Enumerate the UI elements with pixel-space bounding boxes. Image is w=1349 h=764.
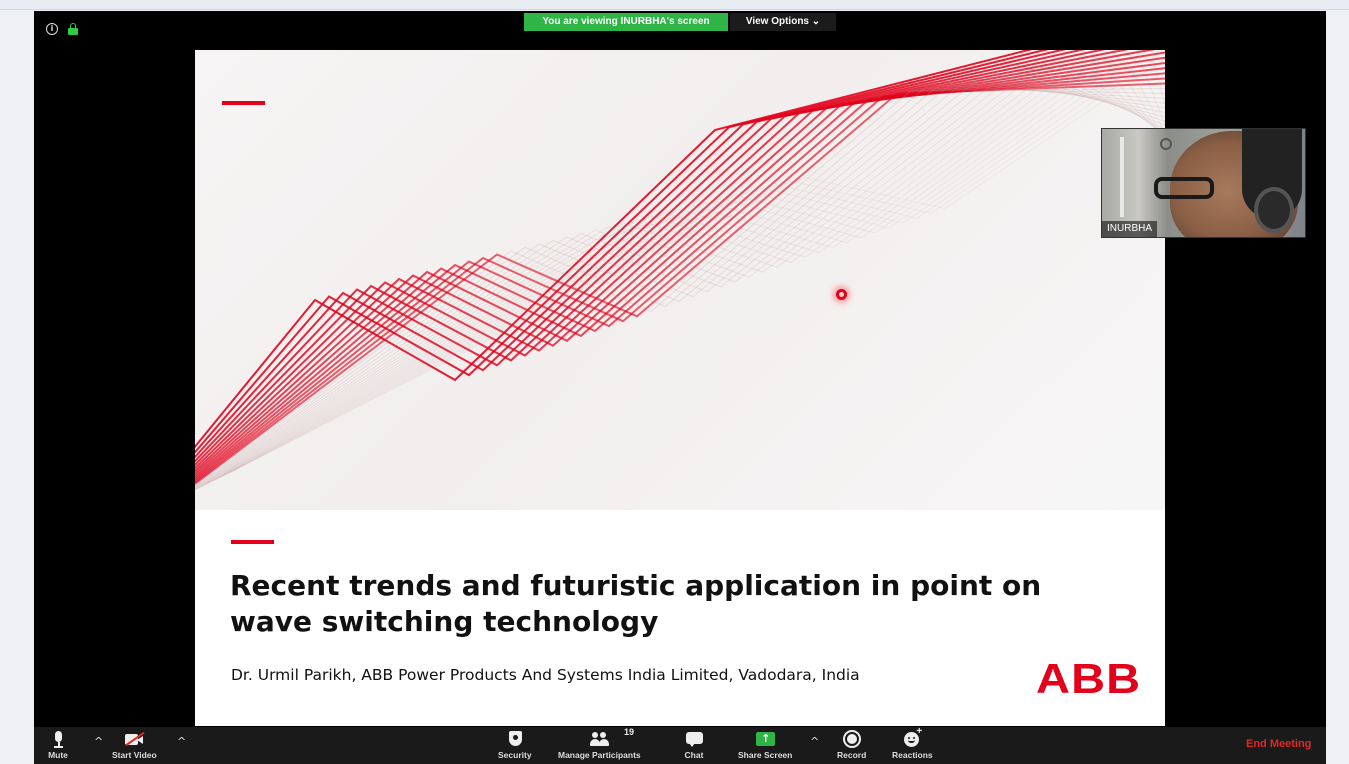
shared-slide: Recent trends and futuristic application… — [195, 50, 1165, 726]
record-icon — [842, 729, 862, 749]
browser-top-border — [0, 0, 1349, 10]
record-label: Record — [837, 750, 867, 760]
viewing-screen-banner: You are viewing INURBHA's screen — [524, 13, 728, 31]
laser-pointer — [836, 289, 847, 300]
lock-icon[interactable] — [68, 23, 78, 35]
video-options-caret-icon[interactable]: ^ — [177, 735, 186, 748]
reactions-label: Reactions — [892, 750, 933, 760]
meeting-toolbar: Mute ^ Start Video ^ Security Manage Par… — [34, 726, 1326, 764]
chat-icon — [684, 729, 704, 749]
share-screen-label: Share Screen — [738, 750, 793, 760]
record-button[interactable]: Record — [837, 729, 866, 760]
participant-video[interactable]: INURBHA — [1101, 128, 1306, 238]
slide-author: Dr. Urmil Parikh, ABB Power Products And… — [231, 666, 860, 684]
security-label: Security — [498, 750, 532, 760]
video-off-icon — [124, 729, 145, 749]
share-screen-button[interactable]: ↑ Share Screen — [738, 729, 792, 760]
start-video-label: Start Video — [112, 750, 157, 760]
info-icon[interactable]: i — [46, 23, 58, 35]
mute-label: Mute — [48, 750, 68, 760]
end-meeting-button[interactable]: End Meeting — [1246, 738, 1311, 750]
slide-title: Recent trends and futuristic application… — [230, 569, 1042, 638]
microphone-icon — [48, 729, 68, 749]
mute-button[interactable]: Mute — [48, 729, 68, 760]
wave-lines-graphic — [195, 50, 1165, 491]
abb-logo: ABB — [1036, 655, 1142, 702]
reactions-button[interactable]: + Reactions — [892, 726, 933, 760]
slide-accent-bar-title — [231, 540, 274, 544]
share-screen-icon: ↑ — [755, 729, 776, 749]
slide-accent-bar-top — [222, 101, 265, 105]
meeting-window: i You are viewing INURBHA's screen View … — [34, 11, 1326, 764]
audio-options-caret-icon[interactable]: ^ — [94, 735, 103, 748]
participants-count-badge: 19 — [624, 727, 635, 737]
security-button[interactable]: Security — [498, 729, 532, 760]
chat-button[interactable]: Chat — [684, 729, 704, 760]
share-options-caret-icon[interactable]: ^ — [810, 735, 819, 748]
view-options-button[interactable]: View Options ⌄ — [730, 13, 836, 31]
participant-name-label: INURBHA — [1102, 221, 1158, 237]
shield-icon — [505, 729, 525, 749]
manage-participants-label: Manage Participants — [558, 750, 641, 760]
reactions-icon: + — [902, 726, 922, 749]
participants-icon — [589, 729, 610, 749]
chat-label: Chat — [684, 750, 704, 760]
meeting-info-icons: i — [46, 23, 78, 35]
slide-wave-graphic — [195, 50, 1165, 510]
headset-image — [1254, 187, 1294, 233]
start-video-button[interactable]: Start Video — [112, 729, 157, 760]
